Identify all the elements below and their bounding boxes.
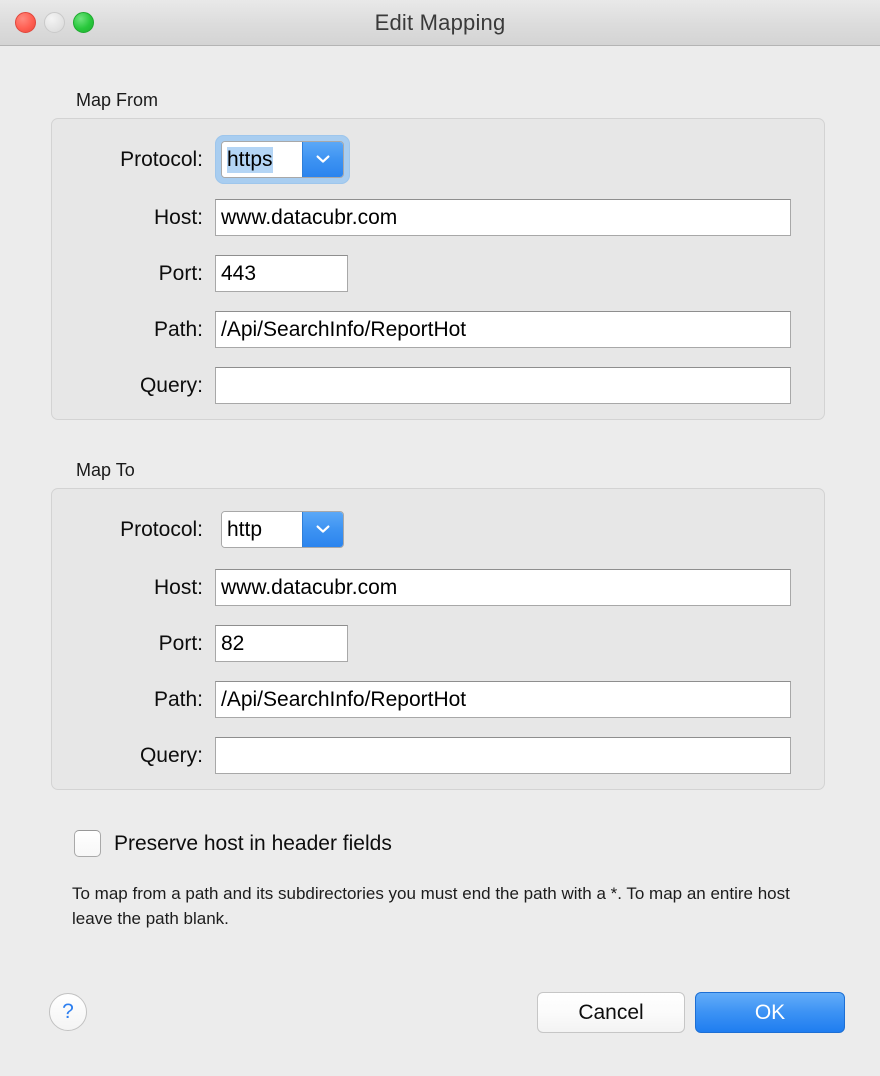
map-to-groupbox: Protocol: http Host: www.datacubr.com Po… bbox=[51, 488, 825, 790]
map-from-protocol-value: https bbox=[227, 146, 273, 173]
ok-button[interactable]: OK bbox=[695, 992, 845, 1033]
window-titlebar: Edit Mapping bbox=[0, 0, 880, 46]
map-to-query-input[interactable] bbox=[215, 737, 791, 774]
map-to-protocol-combobox[interactable]: http bbox=[215, 505, 350, 554]
map-from-path-input[interactable]: /Api/SearchInfo/ReportHot bbox=[215, 311, 791, 348]
map-to-protocol-row: Protocol: http bbox=[72, 505, 350, 554]
map-to-port-input[interactable]: 82 bbox=[215, 625, 348, 662]
preserve-host-checkbox[interactable] bbox=[74, 830, 101, 857]
help-description-text: To map from a path and its subdirectorie… bbox=[72, 884, 790, 929]
cancel-button[interactable]: Cancel bbox=[537, 992, 685, 1033]
map-to-query-label: Query: bbox=[139, 743, 203, 767]
map-from-protocol-dropdown-button[interactable] bbox=[302, 142, 343, 177]
question-mark-icon: ? bbox=[62, 1000, 74, 1023]
map-to-path-input[interactable]: /Api/SearchInfo/ReportHot bbox=[215, 681, 791, 718]
map-from-protocol-combobox[interactable]: https bbox=[215, 135, 350, 184]
map-from-groupbox: Protocol: https Host: www.datacubr.com P… bbox=[51, 118, 825, 420]
map-to-protocol-input[interactable]: http bbox=[222, 512, 302, 547]
map-from-protocol-label: Protocol: bbox=[120, 147, 203, 171]
preserve-host-checkbox-row[interactable]: Preserve host in header fields bbox=[74, 830, 392, 857]
map-from-query-input[interactable] bbox=[215, 367, 791, 404]
map-to-path-row: Path: /Api/SearchInfo/ReportHot bbox=[72, 681, 791, 718]
map-from-protocol-row: Protocol: https bbox=[72, 135, 350, 184]
map-from-port-label: Port: bbox=[158, 261, 203, 285]
map-to-host-label: Host: bbox=[153, 575, 203, 599]
window-title: Edit Mapping bbox=[374, 10, 506, 35]
map-to-port-label: Port: bbox=[158, 631, 203, 655]
map-to-port-row: Port: 82 bbox=[72, 625, 348, 662]
map-to-host-row: Host: www.datacubr.com bbox=[72, 569, 791, 606]
map-from-host-input[interactable]: www.datacubr.com bbox=[215, 199, 791, 236]
map-to-protocol-dropdown-button[interactable] bbox=[302, 512, 343, 547]
map-from-host-row: Host: www.datacubr.com bbox=[72, 199, 791, 236]
map-from-path-label: Path: bbox=[153, 317, 203, 341]
chevron-down-icon bbox=[316, 155, 330, 163]
help-button[interactable]: ? bbox=[49, 993, 87, 1031]
map-to-group-title: Map To bbox=[76, 460, 135, 480]
chevron-down-icon bbox=[316, 525, 330, 533]
map-to-host-input[interactable]: www.datacubr.com bbox=[215, 569, 791, 606]
map-from-port-row: Port: 443 bbox=[72, 255, 348, 292]
map-from-port-input[interactable]: 443 bbox=[215, 255, 348, 292]
map-from-host-label: Host: bbox=[153, 205, 203, 229]
map-from-group-title: Map From bbox=[76, 90, 159, 110]
map-to-path-label: Path: bbox=[153, 687, 203, 711]
map-to-protocol-label: Protocol: bbox=[120, 517, 203, 541]
map-from-protocol-input[interactable]: https bbox=[222, 142, 302, 177]
preserve-host-label: Preserve host in header fields bbox=[114, 831, 392, 855]
map-to-query-row: Query: bbox=[72, 737, 791, 774]
map-to-protocol-value: http bbox=[227, 517, 263, 541]
map-from-query-row: Query: bbox=[72, 367, 791, 404]
map-from-query-label: Query: bbox=[139, 373, 203, 397]
map-from-path-row: Path: /Api/SearchInfo/ReportHot bbox=[72, 311, 791, 348]
